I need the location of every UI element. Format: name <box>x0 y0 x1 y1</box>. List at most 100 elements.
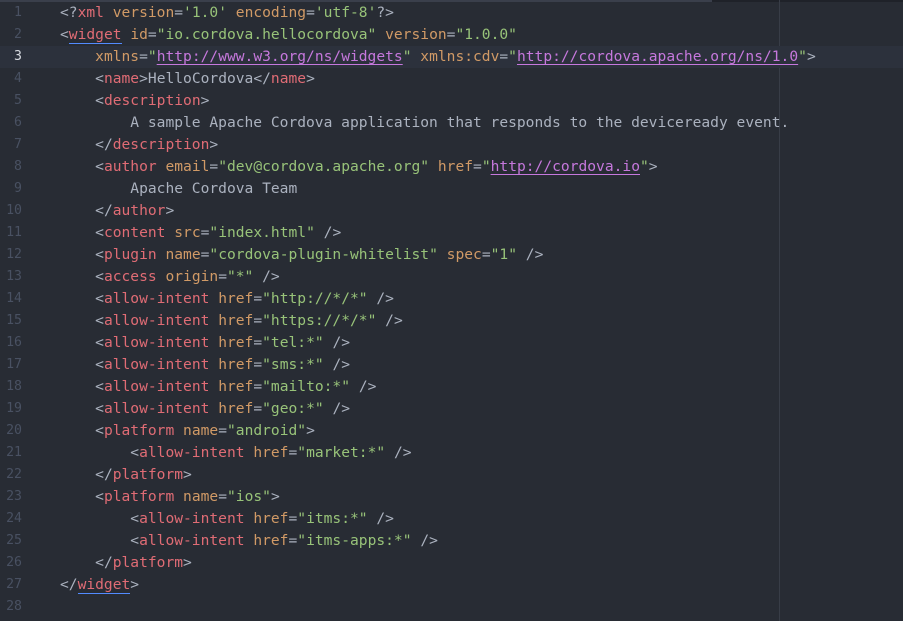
attribute-name: id <box>130 26 148 43</box>
punctuation: < <box>95 334 104 351</box>
line-content: <description> <box>60 90 209 112</box>
line-number: 28 <box>6 599 22 614</box>
code-line[interactable]: 10 </author> <box>0 200 903 222</box>
code-line[interactable]: 13 <access origin="*" /> <box>0 266 903 288</box>
code-editor[interactable]: 1 <?xml version='1.0' encoding='utf-8'?> 2… <box>0 0 903 621</box>
attribute-name: href <box>218 290 254 307</box>
code-line[interactable]: 28 <box>0 596 903 618</box>
punctuation: > <box>183 466 192 483</box>
line-number: 23 <box>6 489 22 504</box>
url-link[interactable]: http://cordova.io <box>491 158 640 175</box>
punctuation: /> <box>420 532 438 549</box>
code-line[interactable]: 26 </platform> <box>0 552 903 574</box>
tag-name: allow-intent <box>103 334 210 351</box>
punctuation: /> <box>332 334 351 351</box>
text-content <box>350 378 359 395</box>
attribute-value: "geo:*" <box>262 400 324 417</box>
attribute-value: "io.cordova.hellocordova" <box>156 26 377 43</box>
quote-mark: " <box>640 158 649 175</box>
code-line[interactable]: 27 </widget> <box>0 574 903 596</box>
punctuation: > <box>130 576 140 593</box>
code-line[interactable]: 7 </description> <box>0 134 903 156</box>
tag-name: allow-intent <box>103 290 210 307</box>
attribute-value: "1.0.0" <box>455 26 517 43</box>
line-content: <?xml version='1.0' encoding='utf-8'?> <box>60 2 394 24</box>
punctuation: = <box>288 532 298 549</box>
tag-name: allow-intent <box>103 400 210 417</box>
punctuation: = <box>253 312 263 329</box>
code-line[interactable]: 16 <allow-intent href="tel:*" /> <box>0 332 903 354</box>
punctuation: /> <box>332 356 351 373</box>
code-line[interactable]: 25 <allow-intent href="itms-apps:*" /> <box>0 530 903 552</box>
code-line[interactable]: 8 <author email="dev@cordova.apache.org"… <box>0 156 903 178</box>
tag-name: description <box>103 92 201 109</box>
code-line[interactable]: 18 <allow-intent href="mailto:*" /> <box>0 376 903 398</box>
attribute-name: href <box>218 400 254 417</box>
line-content: </platform> <box>60 464 192 486</box>
tag-name: description <box>112 136 210 153</box>
punctuation: </ <box>95 136 113 153</box>
code-line[interactable]: 1 <?xml version='1.0' encoding='utf-8'?> <box>0 2 903 24</box>
attribute-value: "http://*/*" <box>262 290 368 307</box>
code-line[interactable]: 15 <allow-intent href="https://*/*" /> <box>0 310 903 332</box>
tag-name: access <box>103 268 157 285</box>
code-line[interactable]: 6 A sample Apache Cordova application th… <box>0 112 903 134</box>
punctuation: = <box>218 488 227 505</box>
text-content <box>209 378 218 395</box>
url-link[interactable]: http://www.w3.org/ns/widgets <box>157 48 403 65</box>
code-line[interactable]: 17 <allow-intent href="sms:*" /> <box>0 354 903 376</box>
code-line[interactable]: 12 <plugin name = "cordova-plugin-whitelis… <box>0 244 903 266</box>
quote-mark: " <box>798 48 807 65</box>
attribute-name: href <box>218 312 254 329</box>
code-line[interactable]: 22 </platform> <box>0 464 903 486</box>
url-link[interactable]: http://cordova.apache.org/ns/1.0 <box>517 48 798 65</box>
punctuation: < <box>130 510 140 527</box>
attribute-value: "mailto:*" <box>262 378 351 395</box>
tag-name: xml <box>77 4 104 21</box>
line-number: 13 <box>6 269 22 284</box>
code-line[interactable]: 11 <content src="index.html" /> <box>0 222 903 244</box>
code-line[interactable]: 23 <platform name="ios"> <box>0 486 903 508</box>
code-line[interactable]: 14 <allow-intent href="http://*/*" /> <box>0 288 903 310</box>
code-lines[interactable]: 1 <?xml version='1.0' encoding='utf-8'?> 2… <box>0 2 903 618</box>
code-line[interactable]: 2 <widget id="io.cordova.hellocordova" ve… <box>0 24 903 46</box>
line-content: <name>HelloCordova</name> <box>60 68 315 90</box>
line-content: <allow-intent href="tel:*" /> <box>60 332 350 354</box>
text-content <box>209 400 218 417</box>
code-line[interactable]: 9 Apache Cordova Team <box>0 178 903 200</box>
attribute-value: "1" <box>490 246 517 263</box>
text-content: A sample Apache Cordova application that… <box>130 114 790 131</box>
punctuation: = <box>288 510 298 527</box>
punctuation: < <box>95 488 104 505</box>
punctuation: = <box>306 4 315 21</box>
punctuation: /> <box>376 290 394 307</box>
line-content: </description> <box>60 134 218 156</box>
code-line[interactable]: 3 xmlns="http://www.w3.org/ns/widgets" x… <box>0 46 903 68</box>
punctuation: > <box>648 158 658 175</box>
attribute-name: name <box>183 422 219 439</box>
code-line[interactable]: 20 <platform name="android"> <box>0 420 903 442</box>
attribute-name: spec <box>446 246 482 263</box>
attribute-name: href <box>253 510 289 527</box>
code-line[interactable]: 4 <name>HelloCordova</name> <box>0 68 903 90</box>
text-content <box>315 224 324 241</box>
punctuation: = <box>147 26 157 43</box>
code-line[interactable]: 21 <allow-intent href="market:*" /> <box>0 442 903 464</box>
code-line[interactable]: 24 <allow-intent href="itms:*" /> <box>0 508 903 530</box>
tag-name: content <box>103 224 166 241</box>
line-number: 17 <box>6 357 22 372</box>
quote-mark: " <box>508 48 517 65</box>
line-number: 5 <box>14 93 22 108</box>
punctuation: = <box>253 290 263 307</box>
punctuation: < <box>130 532 140 549</box>
code-line[interactable]: 5 <description> <box>0 90 903 112</box>
code-line[interactable]: 19 <allow-intent href="geo:*" /> <box>0 398 903 420</box>
